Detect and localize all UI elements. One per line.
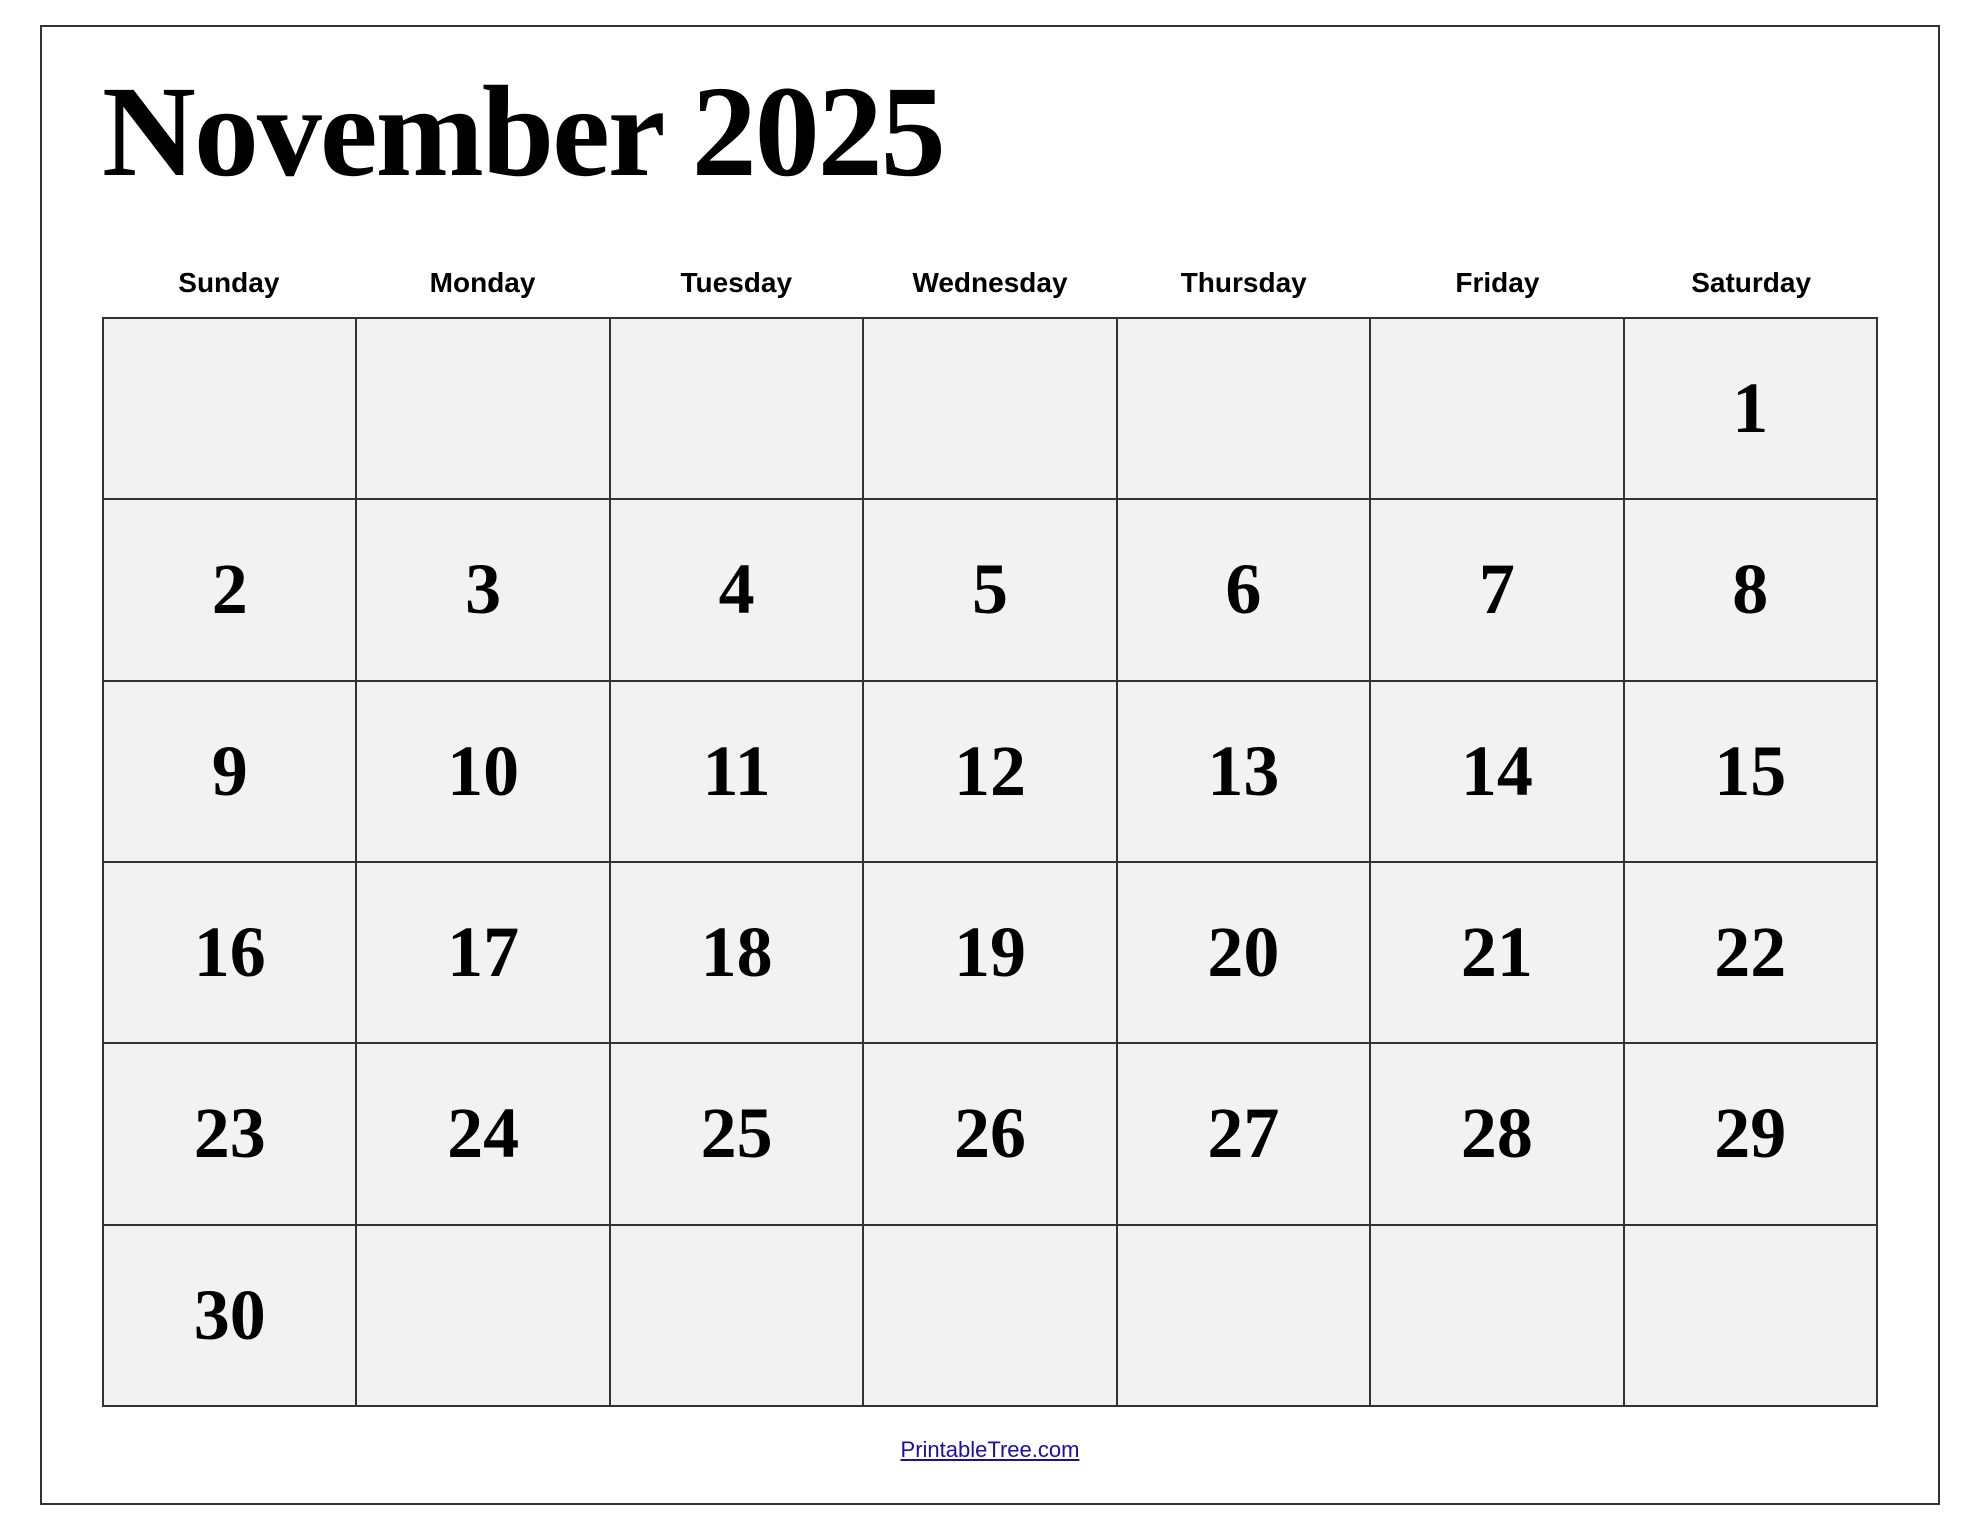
day-number: 30 <box>194 1274 266 1357</box>
calendar-day-18[interactable]: 18 <box>611 863 864 1044</box>
calendar-day-3[interactable]: 3 <box>357 500 610 681</box>
day-number: 29 <box>1714 1092 1786 1175</box>
calendar-empty-cell <box>1371 319 1624 500</box>
calendar-empty-cell <box>611 1226 864 1407</box>
calendar-container: SundayMondayTuesdayWednesdayThursdayFrid… <box>102 257 1878 1407</box>
day-number: 1 <box>1732 367 1768 450</box>
day-number: 21 <box>1461 911 1533 994</box>
calendar-empty-cell <box>611 319 864 500</box>
day-number: 28 <box>1461 1092 1533 1175</box>
calendar-day-30[interactable]: 30 <box>104 1226 357 1407</box>
calendar-page: November 2025 SundayMondayTuesdayWednesd… <box>40 25 1940 1505</box>
day-header-sunday: Sunday <box>102 257 356 309</box>
calendar-day-26[interactable]: 26 <box>864 1044 1117 1225</box>
calendar-day-8[interactable]: 8 <box>1625 500 1878 681</box>
calendar-day-25[interactable]: 25 <box>611 1044 864 1225</box>
calendar-empty-cell <box>104 319 357 500</box>
calendar-empty-cell <box>864 1226 1117 1407</box>
calendar-day-2[interactable]: 2 <box>104 500 357 681</box>
day-number: 6 <box>1225 548 1261 631</box>
day-number: 12 <box>954 730 1026 813</box>
day-number: 27 <box>1207 1092 1279 1175</box>
calendar-grid: 1234567891011121314151617181920212223242… <box>102 317 1878 1407</box>
day-number: 5 <box>972 548 1008 631</box>
day-number: 2 <box>212 548 248 631</box>
calendar-day-17[interactable]: 17 <box>357 863 610 1044</box>
calendar-day-7[interactable]: 7 <box>1371 500 1624 681</box>
day-number: 10 <box>447 730 519 813</box>
calendar-empty-cell <box>864 319 1117 500</box>
calendar-day-23[interactable]: 23 <box>104 1044 357 1225</box>
calendar-day-13[interactable]: 13 <box>1118 682 1371 863</box>
day-number: 4 <box>719 548 755 631</box>
calendar-day-22[interactable]: 22 <box>1625 863 1878 1044</box>
calendar-day-16[interactable]: 16 <box>104 863 357 1044</box>
day-headers: SundayMondayTuesdayWednesdayThursdayFrid… <box>102 257 1878 309</box>
day-header-monday: Monday <box>356 257 610 309</box>
day-header-thursday: Thursday <box>1117 257 1371 309</box>
calendar-empty-cell <box>357 319 610 500</box>
day-number: 17 <box>447 911 519 994</box>
calendar-day-19[interactable]: 19 <box>864 863 1117 1044</box>
calendar-title: November 2025 <box>102 67 1878 197</box>
day-header-tuesday: Tuesday <box>609 257 863 309</box>
day-header-friday: Friday <box>1371 257 1625 309</box>
day-header-wednesday: Wednesday <box>863 257 1117 309</box>
calendar-day-27[interactable]: 27 <box>1118 1044 1371 1225</box>
calendar-day-11[interactable]: 11 <box>611 682 864 863</box>
calendar-day-28[interactable]: 28 <box>1371 1044 1624 1225</box>
day-number: 3 <box>465 548 501 631</box>
day-number: 26 <box>954 1092 1026 1175</box>
day-number: 23 <box>194 1092 266 1175</box>
calendar-empty-cell <box>357 1226 610 1407</box>
calendar-empty-cell <box>1371 1226 1624 1407</box>
calendar-day-1[interactable]: 1 <box>1625 319 1878 500</box>
calendar-day-15[interactable]: 15 <box>1625 682 1878 863</box>
calendar-empty-cell <box>1625 1226 1878 1407</box>
day-number: 24 <box>447 1092 519 1175</box>
calendar-day-5[interactable]: 5 <box>864 500 1117 681</box>
calendar-day-6[interactable]: 6 <box>1118 500 1371 681</box>
day-number: 11 <box>703 730 771 813</box>
calendar-day-20[interactable]: 20 <box>1118 863 1371 1044</box>
day-number: 18 <box>701 911 773 994</box>
calendar-empty-cell <box>1118 319 1371 500</box>
day-number: 16 <box>194 911 266 994</box>
day-number: 13 <box>1207 730 1279 813</box>
day-number: 14 <box>1461 730 1533 813</box>
day-number: 8 <box>1732 548 1768 631</box>
calendar-empty-cell <box>1118 1226 1371 1407</box>
calendar-day-14[interactable]: 14 <box>1371 682 1624 863</box>
footer-link[interactable]: PrintableTree.com <box>901 1437 1080 1462</box>
calendar-day-12[interactable]: 12 <box>864 682 1117 863</box>
day-number: 20 <box>1207 911 1279 994</box>
calendar-day-21[interactable]: 21 <box>1371 863 1624 1044</box>
calendar-day-9[interactable]: 9 <box>104 682 357 863</box>
calendar-day-10[interactable]: 10 <box>357 682 610 863</box>
calendar-day-29[interactable]: 29 <box>1625 1044 1878 1225</box>
calendar-day-4[interactable]: 4 <box>611 500 864 681</box>
day-header-saturday: Saturday <box>1624 257 1878 309</box>
day-number: 15 <box>1714 730 1786 813</box>
calendar-day-24[interactable]: 24 <box>357 1044 610 1225</box>
day-number: 19 <box>954 911 1026 994</box>
day-number: 9 <box>212 730 248 813</box>
day-number: 25 <box>701 1092 773 1175</box>
day-number: 22 <box>1714 911 1786 994</box>
day-number: 7 <box>1479 548 1515 631</box>
calendar-footer: PrintableTree.com <box>102 1427 1878 1473</box>
